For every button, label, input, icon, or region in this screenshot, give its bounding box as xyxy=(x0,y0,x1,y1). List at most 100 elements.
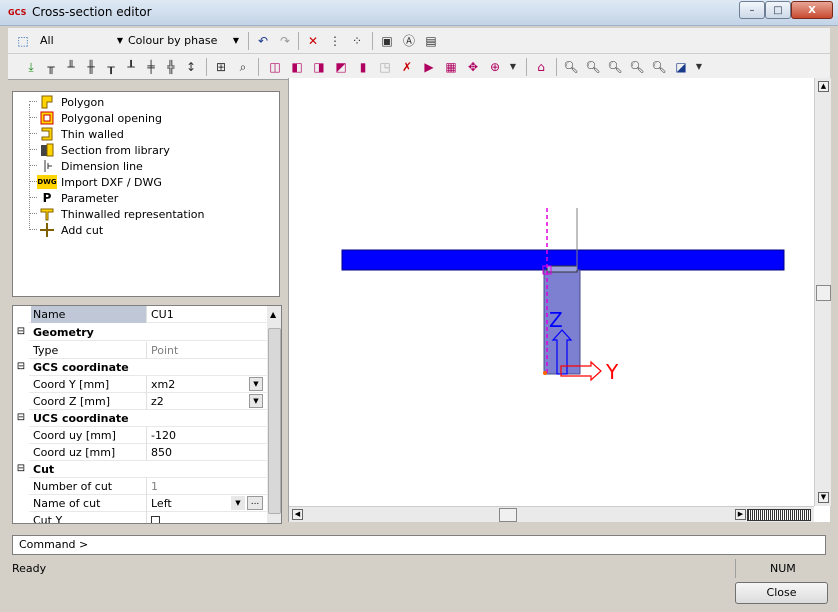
tree-item-polygon[interactable]: Polygon xyxy=(29,94,104,110)
edit-tool-5-icon[interactable]: ▮ xyxy=(354,58,372,76)
prop-row-coord-uy[interactable]: Coord uy [mm] -120 xyxy=(13,427,267,444)
prop-type-value: Point xyxy=(151,344,179,357)
tree-item-dimension-line[interactable]: Dimension line xyxy=(29,158,143,174)
tree-item-section-library[interactable]: Section from library xyxy=(29,142,170,158)
prop-coord-uy-value[interactable]: -120 xyxy=(149,427,265,444)
prop-category-gcs[interactable]: ⊟ GCS coordinate xyxy=(13,359,267,376)
minimize-button[interactable]: – xyxy=(739,1,765,19)
chevron-down-icon[interactable]: ▼ xyxy=(690,58,708,76)
prop-row-number-of-cut[interactable]: Number of cut 1 xyxy=(13,478,267,495)
prop-coord-uz-value[interactable]: 850 xyxy=(149,444,265,461)
drawing-canvas[interactable]: Z Y ▲ ▼ ◀ ▶ xyxy=(288,78,831,522)
edit-tool-9-icon[interactable]: ▦ xyxy=(442,58,460,76)
prop-row-type[interactable]: Type Point xyxy=(13,342,267,359)
tree-item-thin-walled[interactable]: Thin walled xyxy=(29,126,124,142)
prop-row-coord-uz[interactable]: Coord uz [mm] 850 xyxy=(13,444,267,461)
prop-name-of-cut-value[interactable]: Left ▼ ... xyxy=(149,495,265,512)
prop-coord-y-value[interactable]: xm2 ▼ xyxy=(149,376,265,393)
colour-combo[interactable]: Colour by phase ▼ xyxy=(124,32,242,51)
section-tool-5-icon[interactable]: ┸ xyxy=(122,58,140,76)
snap-icon[interactable]: ⁘ xyxy=(348,32,366,50)
edit-tool-7-icon[interactable]: ✗ xyxy=(398,58,416,76)
home-view-icon[interactable]: ⌂ xyxy=(532,58,550,76)
prop-category-cut[interactable]: ⊟ Cut xyxy=(13,461,267,478)
prop-coord-z-value[interactable]: z2 ▼ xyxy=(149,393,265,410)
text-icon[interactable]: Ⓐ xyxy=(400,32,418,50)
ellipsis-button[interactable]: ... xyxy=(247,496,263,510)
prop-row-cut-y[interactable]: Cut Y xyxy=(13,512,267,523)
canvas-hscrollbar[interactable]: ◀ ▶ xyxy=(289,506,814,522)
section-tool-3-icon[interactable]: ╫ xyxy=(82,58,100,76)
canvas-vscrollbar[interactable]: ▲ ▼ xyxy=(814,78,831,506)
prop-category-ucs[interactable]: ⊟ UCS coordinate xyxy=(13,410,267,427)
section-tool-6-icon[interactable]: ╪ xyxy=(142,58,160,76)
filter-combo[interactable]: All ▼ xyxy=(36,32,126,51)
cut-y-checkbox[interactable] xyxy=(151,516,160,523)
edit-tool-8-icon[interactable]: ▶ xyxy=(420,58,438,76)
edit-tool-6-icon[interactable]: ◳ xyxy=(376,58,394,76)
section-tool-8-icon[interactable]: ↕ xyxy=(182,58,200,76)
edit-tool-1-icon[interactable]: ◫ xyxy=(266,58,284,76)
scroll-down-icon[interactable]: ▼ xyxy=(818,492,829,503)
chevron-down-icon[interactable]: ▼ xyxy=(231,496,245,510)
move-icon[interactable]: ✥ xyxy=(464,58,482,76)
section-tool-4-icon[interactable]: ┰ xyxy=(102,58,120,76)
info-icon[interactable]: ⌕ xyxy=(234,58,252,76)
chevron-down-icon[interactable]: ▼ xyxy=(249,394,263,408)
grid-icon[interactable]: ⋮ xyxy=(326,32,344,50)
section-tool-7-icon[interactable]: ╬ xyxy=(162,58,180,76)
zoom-previous-icon[interactable]: 🔍︎ xyxy=(650,58,668,76)
collapse-icon[interactable]: ⊟ xyxy=(13,359,29,376)
scroll-up-icon[interactable]: ▲ xyxy=(818,81,829,92)
props-scrollbar[interactable]: ▲ xyxy=(267,306,281,523)
scroll-right-icon[interactable]: ▶ xyxy=(735,509,746,520)
redo-icon[interactable]: ↷ xyxy=(276,32,294,50)
undo-icon[interactable]: ↶ xyxy=(254,32,272,50)
zoom-all-icon[interactable]: 🔍︎ xyxy=(628,58,646,76)
maximize-button[interactable]: □ xyxy=(765,1,791,19)
tree-item-add-cut[interactable]: Add cut xyxy=(29,222,103,238)
close-window-button[interactable]: X xyxy=(791,1,833,19)
close-button[interactable]: Close xyxy=(735,582,828,604)
section-tool-1-icon[interactable]: ╥ xyxy=(42,58,60,76)
chevron-down-icon[interactable]: ▼ xyxy=(504,58,522,76)
chevron-down-icon[interactable]: ▼ xyxy=(249,377,263,391)
tree-item-thinwalled-representation[interactable]: Thinwalled representation xyxy=(29,206,205,222)
edit-tool-4-icon[interactable]: ◩ xyxy=(332,58,350,76)
scroll-left-icon[interactable]: ◀ xyxy=(292,509,303,520)
zoom-slider[interactable] xyxy=(747,509,811,521)
zoom-window-icon[interactable]: 🔍︎ xyxy=(606,58,624,76)
prop-cut-y-value[interactable] xyxy=(149,512,265,523)
import-icon[interactable]: ⤓ xyxy=(22,58,40,76)
props-scroll-thumb[interactable] xyxy=(268,328,281,514)
prop-category-geometry[interactable]: ⊟ Geometry xyxy=(13,324,267,341)
prop-row-coord-z[interactable]: Coord Z [mm] z2 ▼ xyxy=(13,393,267,410)
tree-item-import-dwg[interactable]: DWG Import DXF / DWG xyxy=(29,174,162,190)
tree-item-polygonal-opening[interactable]: Polygonal opening xyxy=(29,110,162,126)
scroll-up-icon[interactable]: ▲ xyxy=(270,310,276,319)
prop-row-name[interactable]: Name CU1 xyxy=(13,306,267,323)
select-icon[interactable]: ⬚ xyxy=(14,32,32,50)
collapse-icon[interactable]: ⊟ xyxy=(13,324,29,341)
prop-row-name-of-cut[interactable]: Name of cut Left ▼ ... xyxy=(13,495,267,512)
target-icon[interactable]: ⊕ xyxy=(486,58,504,76)
tree-item-parameter[interactable]: P Parameter xyxy=(29,190,118,206)
canvas-hscroll-thumb[interactable] xyxy=(499,508,517,522)
delete-icon[interactable]: ✕ xyxy=(304,32,322,50)
command-line[interactable]: Command > xyxy=(12,535,826,555)
edit-tool-3-icon[interactable]: ◨ xyxy=(310,58,328,76)
zoom-in-icon[interactable]: 🔍︎ xyxy=(562,58,580,76)
collapse-icon[interactable]: ⊟ xyxy=(13,410,29,427)
view-3d-icon[interactable]: ◪ xyxy=(672,58,690,76)
prop-row-coord-y[interactable]: Coord Y [mm] xm2 ▼ xyxy=(13,376,267,393)
panel-splitter[interactable] xyxy=(12,299,282,303)
canvas-vscroll-thumb[interactable] xyxy=(816,285,831,301)
document-icon[interactable]: ▤ xyxy=(422,32,440,50)
edit-tool-2-icon[interactable]: ◧ xyxy=(288,58,306,76)
measure-icon[interactable]: ⊞ xyxy=(212,58,230,76)
section-tool-2-icon[interactable]: ╨ xyxy=(62,58,80,76)
prop-name-value[interactable]: CU1 xyxy=(149,306,265,323)
collapse-icon[interactable]: ⊟ xyxy=(13,461,29,478)
copy-icon[interactable]: ▣ xyxy=(378,32,396,50)
zoom-out-icon[interactable]: 🔍︎ xyxy=(584,58,602,76)
